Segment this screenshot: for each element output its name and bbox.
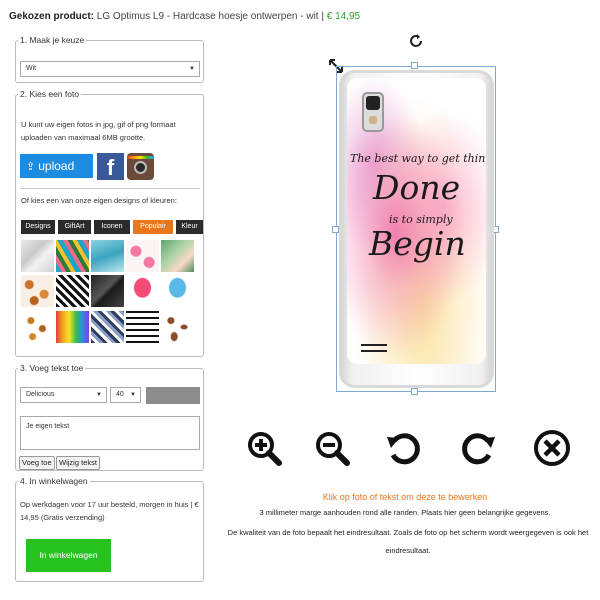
- chevron-down-icon: ▼: [189, 66, 195, 72]
- step1-panel: 1. Maak je keuze Wit ▼: [15, 35, 204, 83]
- selection-handle[interactable]: [411, 62, 418, 69]
- instagram-icon: [127, 156, 154, 159]
- instagram-button[interactable]: [127, 153, 154, 180]
- font-select-value: Delicious: [26, 391, 55, 398]
- design-thumb-stripes[interactable]: [126, 311, 159, 343]
- margin-note: 3 millimeter marge aanhouden rond alle r…: [259, 508, 551, 517]
- upload-description: U kunt uw eigen fotos in jpg, gif of png…: [21, 120, 176, 142]
- quality-note: De kwaliteit van de foto bepaalt het ein…: [227, 528, 589, 555]
- case-artwork: The best way to get things Done is to si…: [347, 78, 486, 364]
- upload-button[interactable]: ⇪ upload: [20, 154, 93, 178]
- case-text-line1: The best way to get things: [350, 152, 486, 165]
- design-thumb-water[interactable]: [91, 240, 124, 272]
- design-thumb-leaves[interactable]: [161, 240, 194, 272]
- product-price: € 14,95: [326, 11, 361, 22]
- tab-giftart[interactable]: GiftArt: [58, 220, 91, 234]
- step4-panel: 4. In winkelwagen Op werkdagen voor 17 u…: [15, 476, 204, 582]
- add-to-cart-button[interactable]: In winkelwagen: [26, 539, 111, 572]
- rotate-left-button[interactable]: [385, 429, 423, 467]
- design-thumb-tropical[interactable]: [56, 240, 89, 272]
- selection-handle[interactable]: [332, 226, 339, 233]
- designs-text: Of kies een van onze eigen designs of kl…: [21, 196, 177, 205]
- header-separator: |: [321, 11, 324, 22]
- rotate-right-button[interactable]: [459, 429, 497, 467]
- step4-title: 4. In winkelwagen: [20, 476, 88, 486]
- color-picker[interactable]: [146, 387, 200, 404]
- design-thumb-birds[interactable]: [21, 311, 54, 343]
- design-thumb-paint-drips[interactable]: [56, 311, 89, 343]
- step3-panel: 3. Voeg tekst toe Delicious ▼ 40 ▼ Je ei…: [15, 363, 204, 471]
- design-thumb-pink-balloon[interactable]: [126, 275, 159, 307]
- font-select[interactable]: Delicious ▼: [20, 387, 107, 403]
- phone-case-preview[interactable]: The best way to get things Done is to si…: [339, 70, 494, 388]
- chevron-down-icon: ▼: [96, 392, 102, 398]
- design-thumb-marble[interactable]: [21, 240, 54, 272]
- camera-cutout: [362, 92, 384, 132]
- design-thumb-flamingo[interactable]: [126, 240, 159, 272]
- design-thumb-foxes[interactable]: [21, 275, 54, 307]
- color-select-value: Wit: [26, 65, 37, 72]
- step3-title: 3. Voeg tekst toe: [20, 363, 84, 373]
- color-select[interactable]: Wit ▼: [20, 61, 200, 77]
- design-thumb-navy-chevron[interactable]: [91, 311, 124, 343]
- case-text-line2: Done: [373, 168, 461, 207]
- edit-hint: Klik op foto of tekst om deze te bewerke…: [322, 492, 488, 502]
- upload-button-label: upload: [38, 159, 75, 173]
- tab-designs[interactable]: Designs: [21, 220, 55, 234]
- zoom-in-icon: [248, 432, 282, 466]
- tab-kleur[interactable]: Kleur: [176, 220, 203, 234]
- design-thumb-blue-balloon[interactable]: [161, 275, 194, 307]
- upload-icon: ⇪: [26, 161, 36, 173]
- add-text-button[interactable]: Voeg toe: [19, 456, 55, 470]
- rotate-handle-icon[interactable]: [407, 32, 425, 50]
- case-text-line4: Begin: [369, 224, 466, 263]
- edit-text-button[interactable]: Wijzig tekst: [56, 456, 100, 470]
- zoom-in-button[interactable]: [245, 429, 283, 467]
- selection-handle[interactable]: [411, 388, 418, 395]
- zoom-out-button[interactable]: [313, 429, 351, 467]
- delivery-info: Op werkdagen voor 17 uur besteld, morgen…: [20, 500, 199, 522]
- step2-title: 2. Kies een foto: [20, 89, 80, 99]
- close-icon: [534, 430, 570, 466]
- delete-button[interactable]: [533, 429, 571, 467]
- step1-title: 1. Maak je keuze: [20, 35, 85, 45]
- divider: [20, 188, 200, 189]
- instagram-lens: [134, 161, 147, 174]
- design-thumb-coffee[interactable]: [161, 311, 194, 343]
- text-input-placeholder: Je eigen tekst: [26, 423, 70, 430]
- product-name: LG Optimus L9 - Hardcase hoesje ontwerpe…: [96, 11, 319, 22]
- header-label: Gekozen product:: [9, 11, 95, 22]
- design-thumb-chevron[interactable]: [56, 275, 89, 307]
- design-thumb-black-marble[interactable]: [91, 275, 124, 307]
- facebook-icon: f: [106, 155, 115, 180]
- camera-lens: [366, 96, 380, 110]
- rotate-left-icon: [387, 433, 420, 465]
- speaker-grille: [361, 344, 387, 352]
- tab-populair[interactable]: Populair: [133, 220, 173, 234]
- product-header: Gekozen product: LG Optimus L9 - Hardcas…: [9, 11, 360, 22]
- text-input[interactable]: Je eigen tekst: [20, 416, 200, 450]
- size-select[interactable]: 40 ▼: [110, 387, 141, 403]
- chevron-down-icon: ▼: [130, 392, 136, 398]
- tab-iconen[interactable]: Iconen: [94, 220, 130, 234]
- zoom-out-icon: [316, 432, 350, 466]
- flash-icon: [369, 116, 377, 124]
- facebook-button[interactable]: f: [97, 153, 124, 180]
- step2-panel: 2. Kies een foto U kunt uw eigen fotos i…: [15, 89, 204, 357]
- size-select-value: 40: [116, 391, 124, 398]
- rotate-right-icon: [462, 433, 495, 465]
